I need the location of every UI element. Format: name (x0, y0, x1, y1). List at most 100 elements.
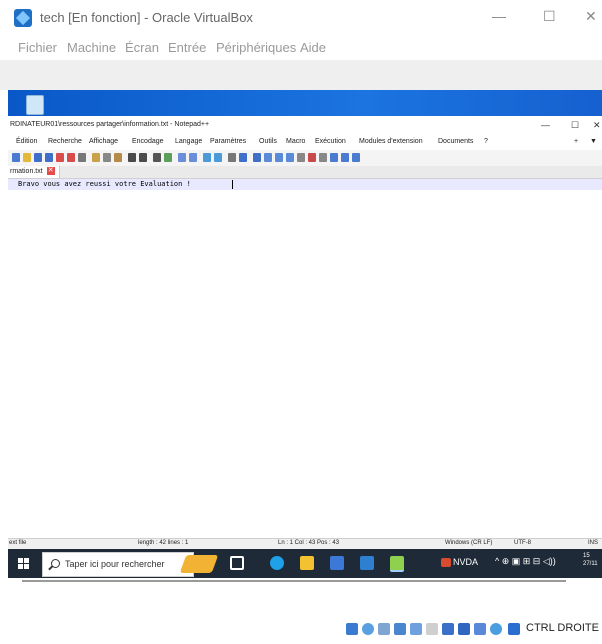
copy-icon[interactable] (103, 153, 111, 162)
cut-icon[interactable] (92, 153, 100, 162)
menu-encodage[interactable]: Encodage (132, 138, 164, 145)
replace-icon[interactable] (164, 153, 172, 162)
status-file-type: ext file (9, 540, 27, 546)
edge-browser-icon[interactable] (270, 556, 284, 570)
recording-icon[interactable] (458, 623, 470, 635)
close-button[interactable]: ✕ (585, 8, 597, 25)
mouse-integration-icon[interactable] (508, 623, 520, 635)
find-icon[interactable] (153, 153, 161, 162)
menu-parametres[interactable]: Paramètres (210, 138, 246, 145)
mail-icon[interactable] (360, 556, 374, 570)
taskbar-search-box[interactable]: Taper ici pour rechercher (42, 552, 219, 577)
close-file-icon[interactable] (56, 153, 64, 162)
menu-peripheriques[interactable]: Périphériques (216, 40, 296, 55)
editor-line-1: Bravo vous avez reussi votre Evaluation … (18, 180, 191, 188)
store-icon[interactable] (330, 556, 344, 570)
save-macro-icon[interactable] (352, 153, 360, 162)
audio-icon[interactable] (378, 623, 390, 635)
print-icon[interactable] (78, 153, 86, 162)
new-tab-button[interactable]: + (574, 138, 578, 145)
maximize-button[interactable]: ☐ (543, 8, 556, 25)
menu-aide[interactable]: Aide (300, 40, 326, 55)
vbox-title-bar: tech [En fonction] - Oracle VirtualBox —… (0, 0, 602, 36)
taskbar-clock[interactable]: 15 27/11 (583, 552, 598, 568)
system-tray-icons[interactable]: ^ ⊕ ▣ ⊞ ⊟ ◁)) (495, 556, 556, 567)
word-wrap-icon[interactable] (228, 153, 236, 162)
close-all-icon[interactable] (67, 153, 75, 162)
record-macro-icon[interactable] (308, 153, 316, 162)
menu-entree[interactable]: Entrée (168, 40, 206, 55)
menu-help[interactable]: ? (484, 138, 488, 145)
menu-edition[interactable]: Édition (16, 138, 37, 145)
network-icon[interactable] (394, 623, 406, 635)
zoom-out-icon[interactable] (189, 153, 197, 162)
recycle-bin-icon[interactable] (26, 95, 44, 115)
folder-workspace-icon[interactable] (286, 153, 294, 162)
text-editor[interactable]: Bravo vous avez reussi votre Evaluation … (8, 179, 602, 527)
notepad-maximize-button[interactable]: ☐ (571, 120, 579, 131)
menu-macro[interactable]: Macro (286, 138, 305, 145)
menu-documents[interactable]: Documents (438, 138, 473, 145)
save-all-icon[interactable] (45, 153, 53, 162)
run-macro-multiple-icon[interactable] (341, 153, 349, 162)
menu-fichier[interactable]: Fichier (18, 40, 57, 55)
redo-icon[interactable] (139, 153, 147, 162)
hard-disk-icon[interactable] (346, 623, 358, 635)
notepad-close-button[interactable]: ✕ (593, 120, 601, 131)
menu-modules-extension[interactable]: Modules d'extension (359, 138, 423, 145)
status-eol: Windows (CR LF) (445, 540, 493, 546)
cpu-icon[interactable] (474, 623, 486, 635)
guest-desktop (8, 90, 602, 116)
menu-machine[interactable]: Machine (67, 40, 116, 55)
menu-langage[interactable]: Langage (175, 138, 202, 145)
new-file-icon[interactable] (12, 153, 20, 162)
notepadpp-taskbar-icon[interactable] (390, 556, 404, 572)
notepad-toolbar (8, 150, 602, 166)
nvda-label[interactable]: NVDA (453, 557, 478, 567)
status-length: length : 42 lines : 1 (138, 540, 189, 546)
paste-icon[interactable] (114, 153, 122, 162)
menu-ecran[interactable]: Écran (125, 40, 159, 55)
notepad-minimize-button[interactable]: — (541, 120, 550, 130)
clock-date: 27/11 (583, 561, 598, 567)
open-file-icon[interactable] (23, 153, 31, 162)
file-tab[interactable]: rmation.txt ✕ (8, 166, 60, 178)
display-icon[interactable] (442, 623, 454, 635)
file-tab-label: rmation.txt (10, 168, 43, 175)
menu-execution[interactable]: Exécution (315, 138, 346, 145)
save-icon[interactable] (34, 153, 42, 162)
vbox-status-area: CTRL DROITE (0, 580, 602, 644)
zoom-in-icon[interactable] (178, 153, 186, 162)
shared-folders-icon[interactable] (426, 623, 438, 635)
search-placeholder: Taper ici pour rechercher (65, 559, 165, 569)
sync-horizontal-icon[interactable] (214, 153, 222, 162)
play-macro-icon[interactable] (330, 153, 338, 162)
indent-guide-icon[interactable] (253, 153, 261, 162)
monitoring-icon[interactable] (297, 153, 305, 162)
guest-screen[interactable]: RDINATEUR01\ressources partager\informat… (8, 90, 602, 580)
sync-vertical-icon[interactable] (203, 153, 211, 162)
menu-outils[interactable]: Outils (259, 138, 277, 145)
notepad-tab-bar: rmation.txt ✕ (8, 166, 602, 179)
optical-drive-icon[interactable] (362, 623, 374, 635)
doc-map-icon[interactable] (264, 153, 272, 162)
virtualization-icon[interactable] (490, 623, 502, 635)
status-position: Ln : 1 Col : 43 Pos : 43 (278, 540, 340, 546)
stop-macro-icon[interactable] (319, 153, 327, 162)
task-view-icon[interactable] (230, 556, 244, 570)
windows-start-icon[interactable] (18, 558, 30, 570)
tab-list-dropdown[interactable]: ▼ (590, 138, 597, 145)
show-all-chars-icon[interactable] (239, 153, 247, 162)
status-insert-mode: INS (588, 540, 599, 546)
function-list-icon[interactable] (275, 153, 283, 162)
file-explorer-icon[interactable] (300, 556, 314, 570)
nvda-icon[interactable] (441, 558, 451, 567)
menu-recherche[interactable]: Recherche (48, 138, 82, 145)
usb-icon[interactable] (410, 623, 422, 635)
undo-icon[interactable] (128, 153, 136, 162)
windows-taskbar: Taper ici pour rechercher NVDA ^ ⊕ ▣ ⊞ ⊟… (8, 549, 602, 578)
minimize-button[interactable]: — (492, 8, 506, 24)
notepad-window-title: RDINATEUR01\ressources partager\informat… (10, 121, 210, 128)
menu-affichage[interactable]: Affichage (89, 138, 118, 145)
tab-close-icon[interactable]: ✕ (46, 167, 55, 176)
